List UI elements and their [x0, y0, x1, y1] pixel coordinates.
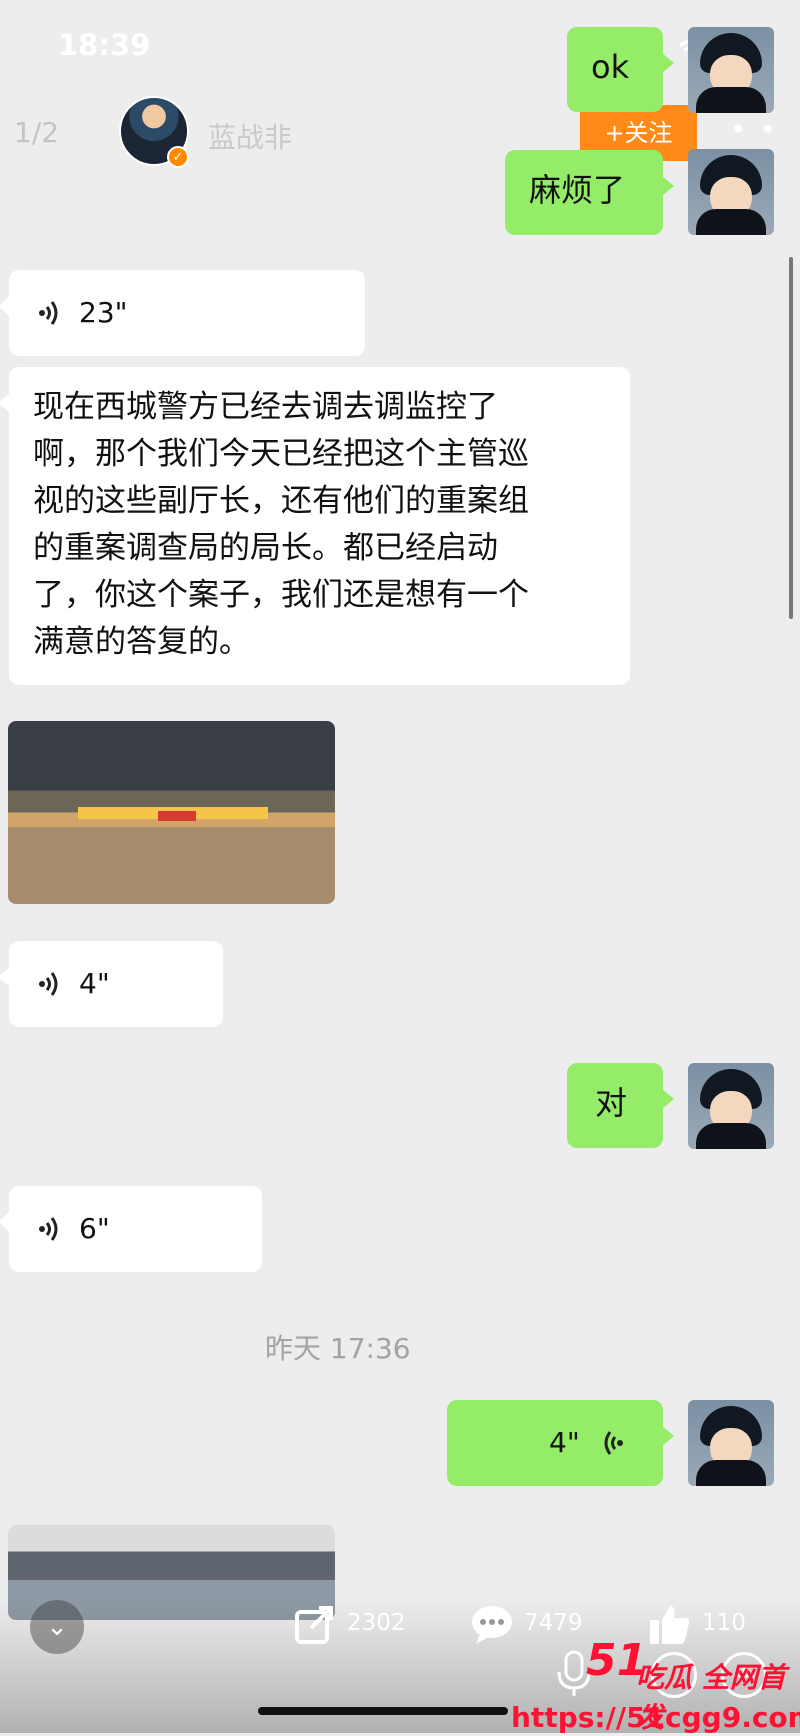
voice-message-bubble[interactable]: 6"	[0, 1186, 262, 1272]
comment-count: 7479	[524, 1610, 583, 1636]
voice-icon	[39, 301, 58, 325]
like-count: 110	[702, 1610, 746, 1636]
message-text: 现在西城警方已经去调去调监控了 啊，那个我们今天已经把这个主管巡 视的这些副厅长…	[33, 389, 529, 660]
collapse-chevron-icon[interactable]: ⌄	[30, 1600, 84, 1654]
page-indicator: 1/2	[14, 116, 60, 149]
message-bubble-mine[interactable]: 麻烦了	[505, 150, 674, 235]
my-avatar[interactable]	[688, 1400, 774, 1486]
voice-message-bubble[interactable]: 23"	[0, 270, 365, 356]
voice-duration: 4"	[549, 1426, 580, 1459]
voice-message-bubble[interactable]: 4"	[0, 941, 223, 1027]
share-button[interactable]: 2302	[293, 1598, 406, 1648]
status-time: 18:39	[58, 28, 151, 62]
message-text: 对	[595, 1084, 628, 1122]
thumbs-up-icon	[650, 1605, 690, 1644]
author-name[interactable]: 蓝战非	[208, 116, 292, 156]
message-text: 麻烦了	[529, 171, 626, 209]
message-bubble-other[interactable]: 现在西城警方已经去调去调监控了 啊，那个我们今天已经把这个主管巡 视的这些副厅长…	[0, 367, 630, 685]
voice-duration: 4"	[79, 967, 110, 1000]
voice-icon	[604, 1431, 623, 1455]
voice-duration: 6"	[79, 1212, 110, 1245]
message-timestamp: 昨天 17:36	[265, 1332, 411, 1365]
voice-icon	[39, 1217, 58, 1241]
like-button[interactable]: 110	[648, 1598, 746, 1648]
image-message[interactable]	[8, 721, 335, 904]
share-icon	[295, 1605, 333, 1644]
comment-icon	[472, 1605, 512, 1644]
message-text: ok	[591, 48, 630, 86]
share-count: 2302	[347, 1610, 406, 1636]
voice-icon	[39, 972, 58, 996]
watermark-url: https://51cgg9.com	[511, 1701, 800, 1734]
voice-message-bubble-mine[interactable]: 4"	[447, 1400, 674, 1486]
my-avatar[interactable]	[688, 1063, 774, 1149]
comment-button[interactable]: 7479	[470, 1598, 583, 1648]
my-avatar[interactable]	[688, 149, 774, 235]
message-bubble-mine[interactable]: 对	[567, 1063, 674, 1148]
message-bubble-mine[interactable]: ok	[567, 27, 674, 112]
verified-badge-icon: ✓	[167, 146, 189, 168]
scrollbar[interactable]	[789, 257, 793, 619]
home-indicator	[258, 1707, 508, 1715]
my-avatar[interactable]	[688, 27, 774, 113]
voice-duration: 23"	[79, 296, 128, 329]
